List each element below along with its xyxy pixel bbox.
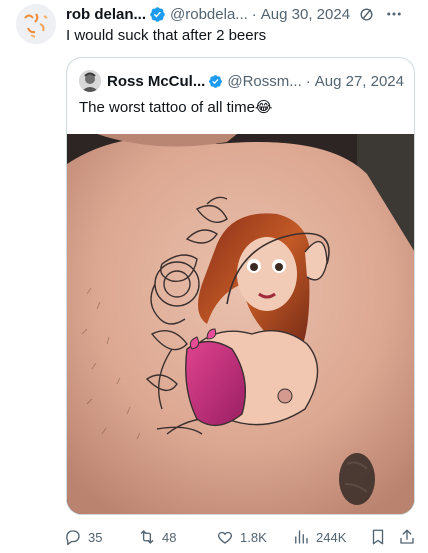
like-button[interactable]: 1.8K	[216, 528, 267, 546]
repost-icon	[140, 530, 154, 544]
verified-badge-icon[interactable]	[149, 6, 166, 23]
repost-button[interactable]: 48	[138, 528, 176, 546]
chest-tattoo-photo-icon	[67, 134, 414, 514]
author-handle[interactable]: @robdela...	[170, 6, 248, 23]
tweet-actions: 35 48 1.8K 244K	[60, 525, 420, 549]
reply-icon	[66, 530, 80, 546]
quote-separator-dot: ·	[305, 72, 311, 90]
quote-text: The worst tattoo of all time😂	[79, 99, 273, 116]
bookmark-button[interactable]	[369, 528, 393, 546]
quote-verified-badge-icon[interactable]	[208, 73, 223, 90]
repost-count: 48	[162, 529, 177, 545]
like-count: 1.8K	[240, 529, 267, 545]
quote-header: Ross McCul... @Rossm... · Aug 27, 2024	[79, 70, 404, 92]
tweet[interactable]: rob delan... @robdela... · Aug 30, 2024 …	[0, 0, 428, 553]
tweet-text: I would suck that after 2 beers	[66, 27, 267, 44]
tweet-header: rob delan... @robdela... · Aug 30, 2024	[66, 4, 416, 24]
quote-timestamp[interactable]: Aug 27, 2024	[315, 73, 404, 90]
author-display-name[interactable]: rob delan...	[66, 6, 146, 23]
bookmark-icon	[372, 529, 384, 545]
quote-author-display-name[interactable]: Ross McCul...	[107, 73, 205, 90]
share-icon	[400, 529, 414, 544]
quote-media-photo[interactable]	[67, 134, 414, 514]
reply-button[interactable]: 35	[64, 528, 102, 546]
quote-avatar-image-icon	[79, 70, 101, 92]
separator-dot: ·	[251, 5, 257, 23]
reply-count: 35	[88, 529, 103, 545]
analytics-icon	[295, 530, 308, 544]
view-count: 244K	[316, 529, 347, 545]
quote-author-handle[interactable]: @Rossm...	[227, 73, 301, 90]
quote-author-avatar[interactable]	[79, 70, 101, 92]
quoted-tweet[interactable]: Ross McCul... @Rossm... · Aug 27, 2024 T…	[66, 57, 415, 515]
views-button[interactable]: 244K	[292, 528, 346, 546]
avatar-image-icon	[16, 4, 56, 44]
share-button[interactable]	[398, 528, 422, 546]
heart-icon	[217, 531, 233, 544]
tweet-timestamp[interactable]: Aug 30, 2024	[261, 6, 350, 23]
author-avatar[interactable]	[16, 4, 56, 44]
grok-icon[interactable]	[358, 6, 375, 23]
more-options-icon[interactable]	[385, 5, 403, 23]
